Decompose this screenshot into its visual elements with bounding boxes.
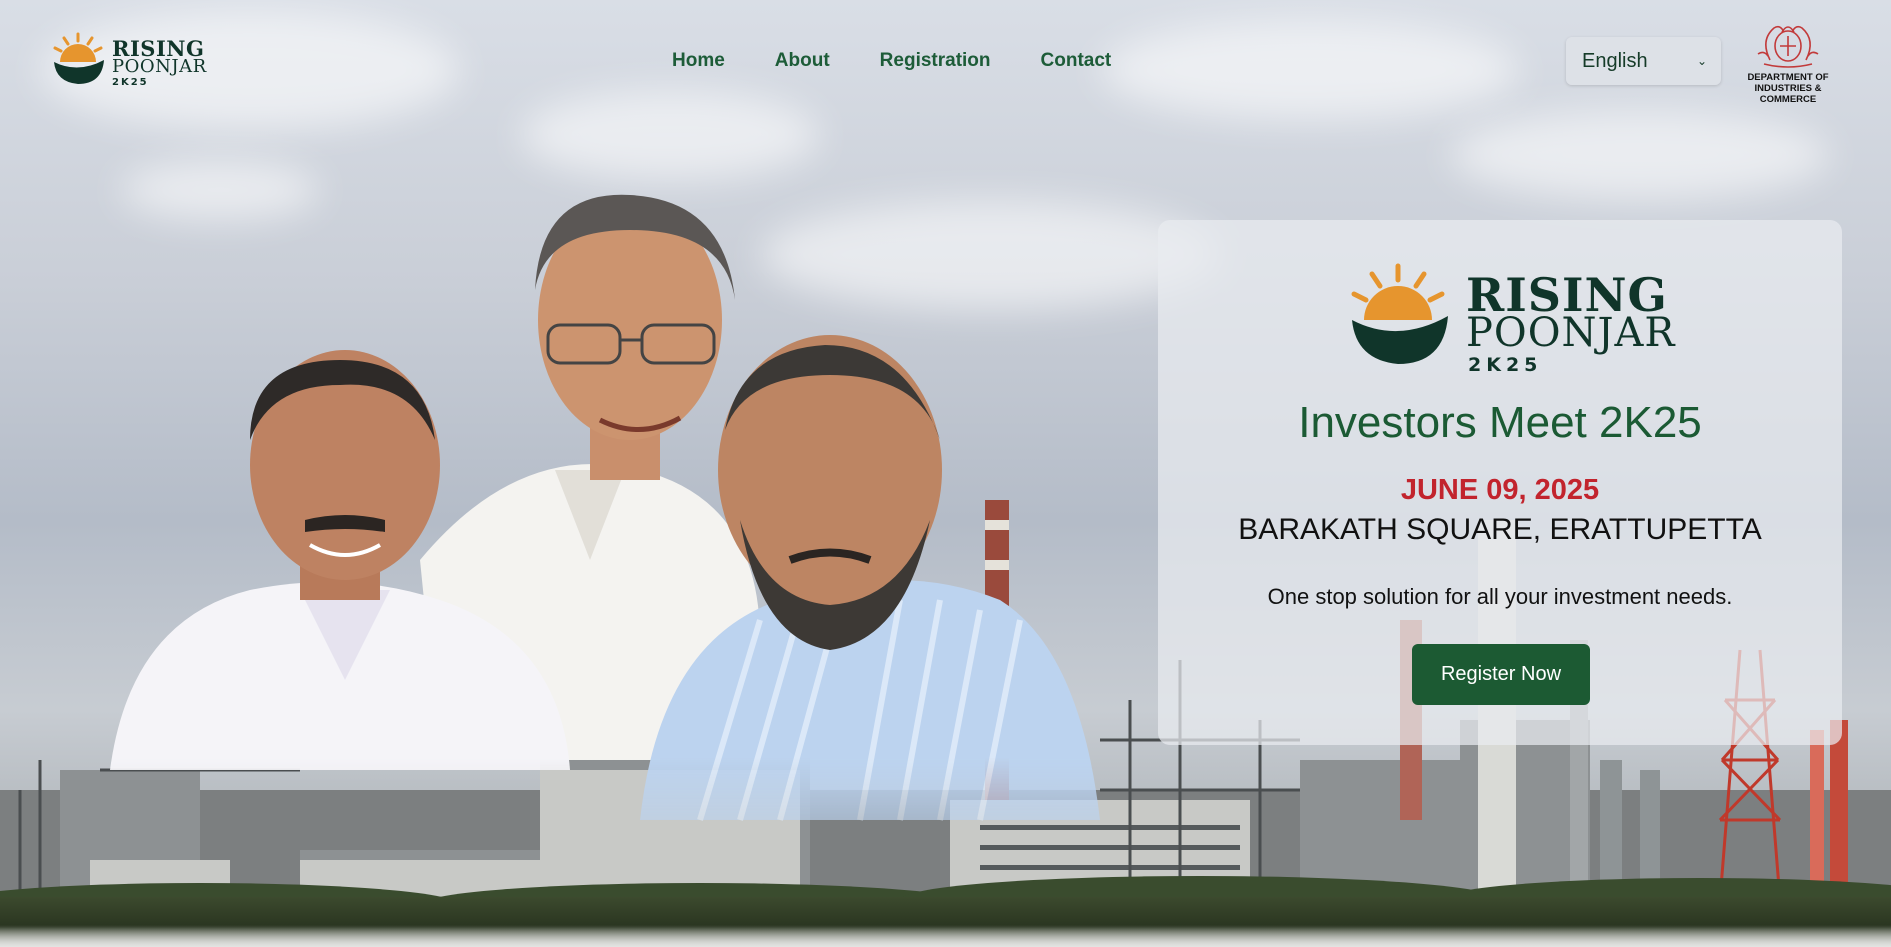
brand-year: 2K25 [112,77,149,88]
nav-about[interactable]: About [775,50,830,72]
language-select[interactable]: English ⌄ [1566,37,1721,85]
chevron-down-icon: ⌄ [1696,54,1707,68]
event-card: RISING POONJAR 2K25 Investors Meet 2K25 … [1158,220,1842,745]
nav-contact[interactable]: Contact [1041,50,1112,72]
kerala-emblem-icon [1757,25,1819,68]
department-logo[interactable]: DEPARTMENT OF INDUSTRIES & COMMERCE [1733,20,1843,105]
nav-home[interactable]: Home [672,50,725,72]
event-title: Investors Meet 2K25 [1298,398,1702,447]
event-tagline: One stop solution for all your investmen… [1267,584,1733,609]
dignitaries-photo [110,194,1100,821]
rising-sun-logo-icon [53,32,104,84]
event-date: JUNE 09, 2025 [1400,474,1600,506]
rising-sun-logo-icon [1351,263,1448,364]
nav-registration[interactable]: Registration [880,50,991,72]
department-line2: INDUSTRIES & COMMERCE [1754,83,1822,105]
main-nav: Home About Registration Contact [672,50,1111,72]
language-select-value: English [1582,49,1648,72]
event-logo-year: 2K25 [1468,354,1543,376]
register-now-button[interactable]: Register Now [1412,644,1590,705]
brand-logo[interactable]: RISING POONJAR 2K25 [52,32,212,92]
brand-name-line2: POONJAR [112,56,207,77]
department-name: DEPARTMENT OF INDUSTRIES & COMMERCE [1733,72,1843,105]
event-logo-line2: POONJAR [1466,310,1676,356]
event-logo: RISING POONJAR 2K25 [1348,262,1675,376]
event-venue: BARAKATH SQUARE, ERATTUPETTA [1238,513,1762,546]
department-line1: DEPARTMENT OF [1747,72,1829,83]
